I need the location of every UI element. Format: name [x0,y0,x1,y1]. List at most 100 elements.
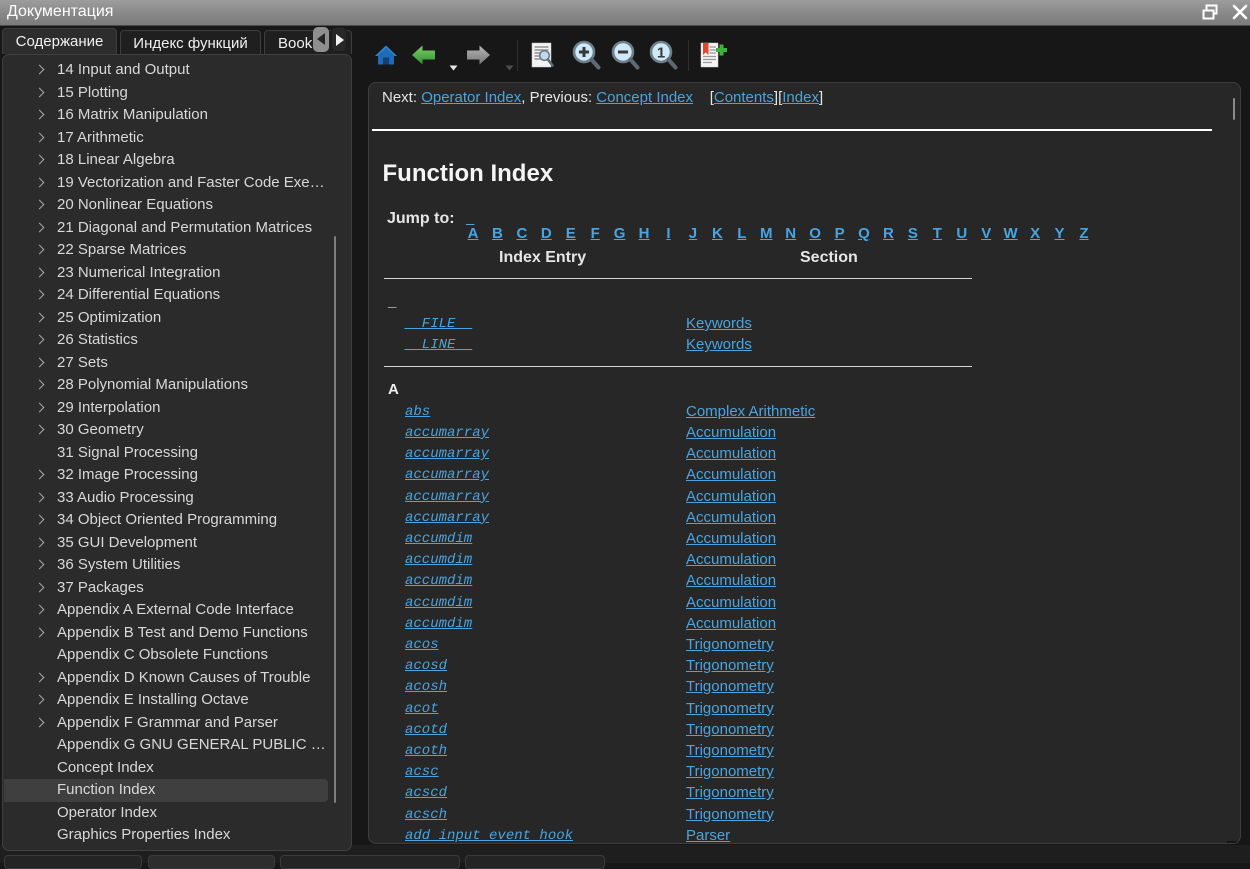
chevron-right-icon[interactable] [35,605,45,615]
chevron-right-icon[interactable] [35,312,45,322]
jump-letter-link[interactable]: K [705,225,729,242]
function-link[interactable]: acosh [405,679,447,695]
chevron-right-icon[interactable] [35,695,45,705]
sidebar-tab-contents[interactable]: Содержание [2,28,117,54]
jump-letter-link[interactable]: A [461,225,485,242]
function-link[interactable]: accumarray [405,425,489,441]
tree-item[interactable]: 20 Nonlinear Equations [4,194,328,217]
section-link[interactable]: Trigonometry [686,678,774,695]
chevron-right-icon[interactable] [35,290,45,300]
function-link[interactable]: acosd [405,658,447,674]
tree-item[interactable]: 26 Statistics [4,329,328,352]
home-button[interactable] [374,43,398,72]
tree-item[interactable]: 19 Vectorization and Faster Code Exec... [4,172,328,195]
tree-scrollbar[interactable] [334,236,336,803]
section-link[interactable]: Trigonometry [686,657,774,674]
chevron-right-icon[interactable] [35,672,45,682]
nav-next-link[interactable]: Operator Index [421,89,521,106]
jump-letter-link[interactable]: I [656,225,680,242]
tree-item[interactable]: Concept Index [4,757,328,780]
function-link[interactable]: acsch [405,807,447,823]
tree-item[interactable]: 34 Object Oriented Programming [4,509,328,532]
function-link[interactable]: accumarray [405,446,489,462]
jump-letter-link[interactable]: E [559,225,583,242]
dock-tab-stub[interactable] [465,855,605,869]
back-button[interactable] [411,44,436,71]
tree-item[interactable]: 25 Optimization [4,307,328,330]
tree-item[interactable]: 28 Polynomial Manipulations [4,374,328,397]
function-link[interactable]: acscd [405,785,447,801]
tab-scroll-left-button[interactable] [313,27,329,52]
section-link[interactable]: Keywords [686,315,752,332]
find-button[interactable] [531,42,554,74]
tree-item[interactable]: Appendix G GNU GENERAL PUBLIC LIC... [4,734,328,757]
chevron-right-icon[interactable] [35,492,45,502]
tree-item[interactable]: 18 Linear Algebra [4,149,328,172]
chevron-right-icon[interactable] [35,560,45,570]
tree-item[interactable]: Appendix E Installing Octave [4,689,328,712]
chevron-right-icon[interactable] [35,87,45,97]
tree-item[interactable]: Graphics Properties Index [4,824,328,847]
tree-item[interactable]: Appendix F Grammar and Parser [4,712,328,735]
section-link[interactable]: Trigonometry [686,636,774,653]
tree-item[interactable]: 14 Input and Output [4,59,328,82]
jump-letter-link[interactable]: S [901,225,925,242]
dock-tab-stub[interactable] [280,855,460,869]
nav-index-link[interactable]: Index [782,89,819,106]
zoom-out-button[interactable] [610,39,640,76]
jump-letter-link[interactable]: U [950,225,974,242]
tree-item[interactable]: 30 Geometry [4,419,328,442]
sidebar-tab-function-index[interactable]: Индекс функций [120,30,261,54]
forward-button[interactable] [466,44,491,71]
function-link[interactable]: add_input_event_hook [405,828,573,844]
function-link[interactable]: accumdim [405,531,472,547]
nav-contents-link[interactable]: Contents [714,89,774,106]
section-link[interactable]: Trigonometry [686,784,774,801]
chevron-right-icon[interactable] [35,380,45,390]
section-link[interactable]: Trigonometry [686,700,774,717]
function-link[interactable]: __LINE__ [405,337,472,353]
jump-letter-link[interactable]: C [510,225,534,242]
chevron-right-icon[interactable] [35,132,45,142]
function-link[interactable]: __FILE__ [405,316,472,332]
doc-scrollbar[interactable] [1233,98,1235,120]
function-link[interactable]: acotd [405,722,447,738]
chevron-right-icon[interactable] [35,200,45,210]
function-link[interactable]: acot [405,701,439,717]
jump-letter-link[interactable]: G [607,225,631,242]
section-link[interactable]: Trigonometry [686,742,774,759]
jump-letter-link[interactable]: O [803,225,827,242]
function-link[interactable]: acos [405,637,439,653]
chevron-right-icon[interactable] [35,627,45,637]
section-link[interactable]: Accumulation [686,509,776,526]
restore-icon[interactable] [1202,4,1218,20]
section-link[interactable]: Accumulation [686,530,776,547]
back-dropdown-icon[interactable] [449,58,458,76]
chevron-right-icon[interactable] [35,222,45,232]
zoom-original-button[interactable]: 1 [648,39,678,76]
section-link[interactable]: Accumulation [686,551,776,568]
bookmark-add-button[interactable] [700,42,727,74]
chevron-right-icon[interactable] [35,65,45,75]
jump-letter-link[interactable]: M [754,225,778,242]
jump-letter-link[interactable]: W [998,225,1022,242]
tree-item[interactable]: Appendix D Known Causes of Trouble [4,667,328,690]
function-link[interactable]: accumarray [405,467,489,483]
jump-letter-link[interactable]: L [730,225,754,242]
tree-item[interactable]: 32 Image Processing [4,464,328,487]
chevron-right-icon[interactable] [35,335,45,345]
section-link[interactable]: Accumulation [686,445,776,462]
tree-item[interactable]: 23 Numerical Integration [4,262,328,285]
nav-prev-link[interactable]: Concept Index [596,89,693,106]
jump-letter-link[interactable]: X [1023,225,1047,242]
tree-item[interactable]: 29 Interpolation [4,397,328,420]
jump-letter-link[interactable]: D [534,225,558,242]
chevron-right-icon[interactable] [35,357,45,367]
section-link[interactable]: Complex Arithmetic [686,403,815,420]
dock-tab-stub[interactable] [4,855,142,869]
jump-letter-link[interactable]: F [583,225,607,242]
function-link[interactable]: accumdim [405,616,472,632]
tree-item[interactable]: Function Index [4,779,328,802]
jump-letter-link[interactable]: Z [1072,225,1096,242]
tree-item[interactable]: Appendix C Obsolete Functions [4,644,328,667]
